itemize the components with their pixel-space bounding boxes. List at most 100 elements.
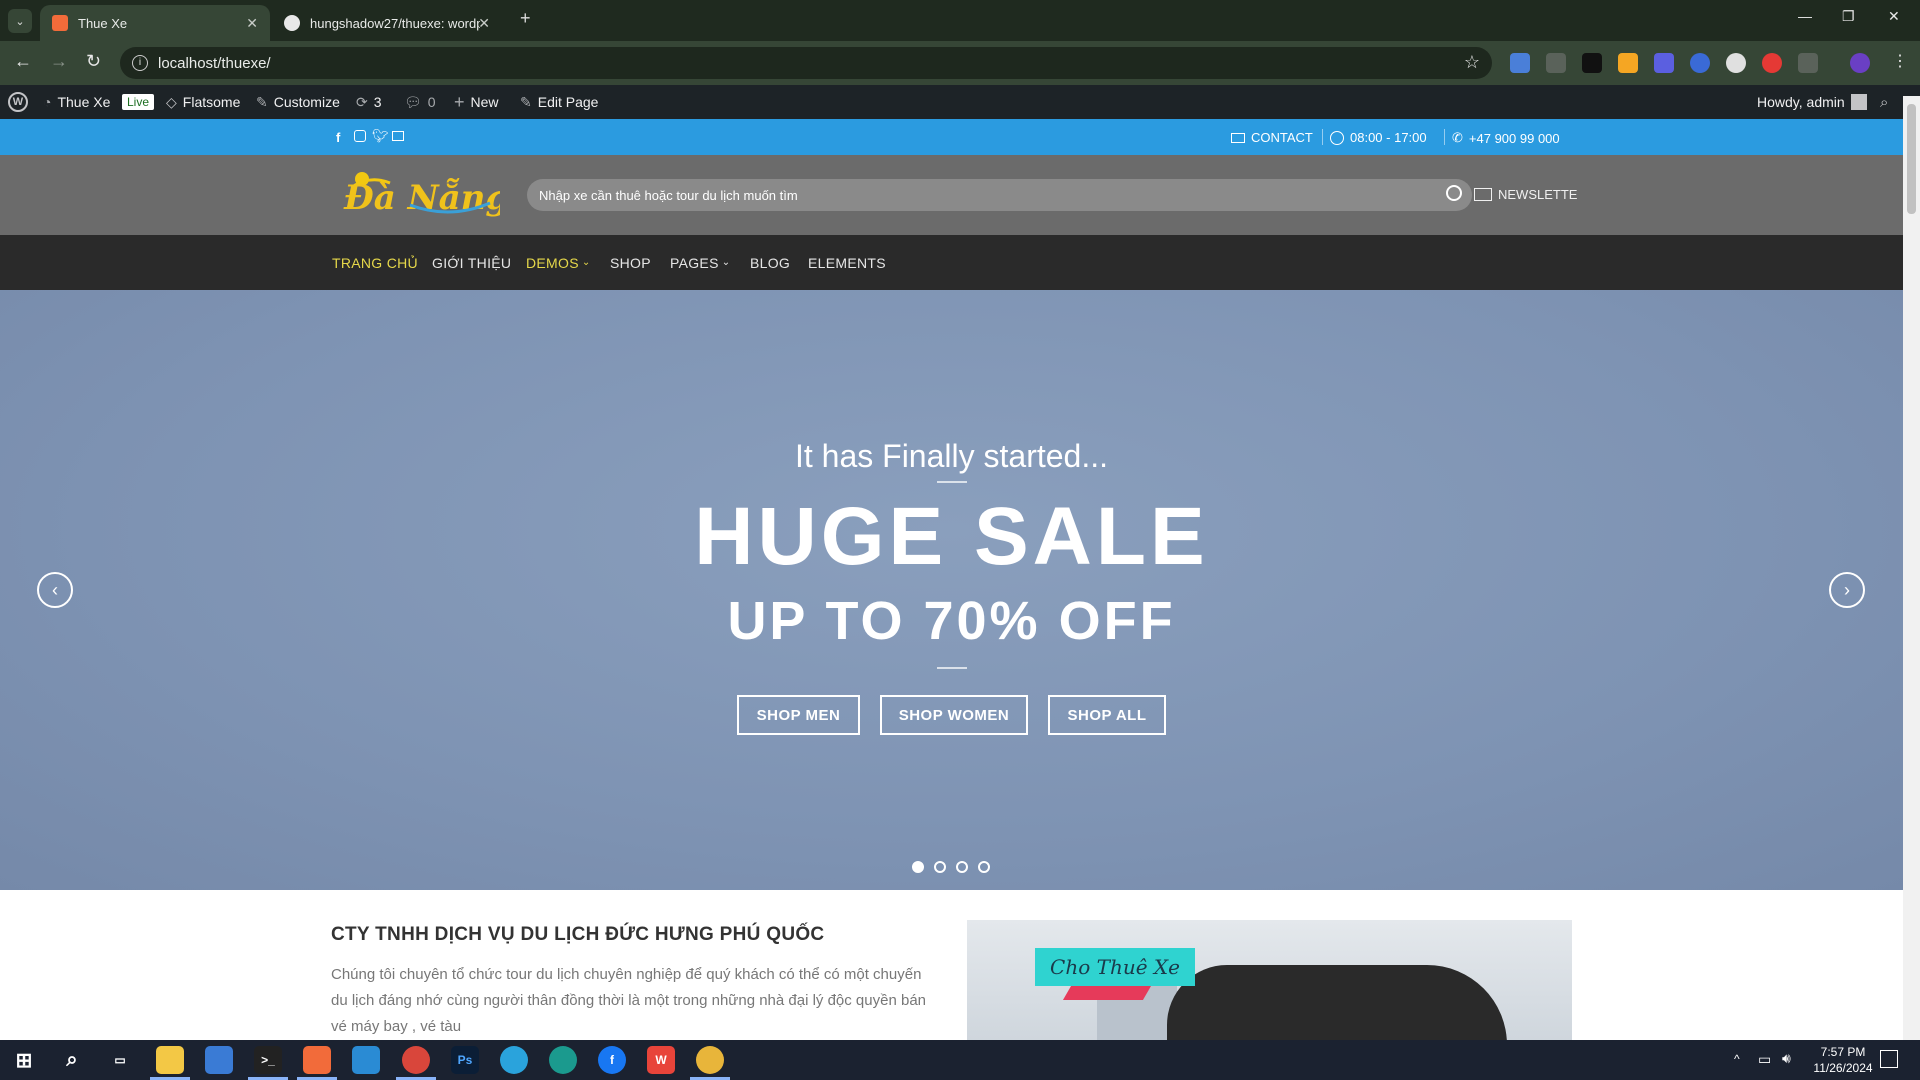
tab-thue-xe[interactable]: Thue Xe ✕ (40, 5, 270, 41)
slider-dot[interactable] (934, 861, 946, 873)
scrollbar-thumb[interactable] (1907, 104, 1916, 214)
profile-avatar-icon[interactable] (1850, 53, 1870, 73)
file-explorer-icon[interactable] (156, 1046, 184, 1074)
site-name-menu[interactable]: ◔ Thue Xe (43, 85, 110, 119)
new-tab-button[interactable]: + (520, 8, 531, 29)
newsletter-link[interactable]: NEWSLETTE (1474, 187, 1577, 202)
nav-item-trang-chu[interactable]: TRANG CHỦ (332, 235, 418, 290)
xampp-icon[interactable] (303, 1046, 331, 1074)
search-input[interactable]: Nhập xe cần thuê hoặc tour du lịch muốn … (527, 179, 1472, 211)
restore-button[interactable]: ❐ (1842, 8, 1855, 25)
shop-men-button[interactable]: SHOP MEN (737, 695, 860, 735)
translate-extension-icon[interactable] (1510, 53, 1530, 73)
close-tab-icon[interactable]: ✕ (478, 15, 490, 32)
admin-search-icon[interactable]: ⌕ (1880, 85, 1888, 119)
my-account-menu[interactable]: Howdy, admin (1757, 85, 1867, 119)
extension-icon[interactable] (1582, 53, 1602, 73)
tab-search-button[interactable]: ⌄ (8, 9, 32, 33)
browser-toolbar: ← → ↻ i localhost/thuexe/ ☆ ⋮ (0, 41, 1920, 85)
nav-item-blog[interactable]: BLOG (750, 235, 790, 290)
slider-prev-button[interactable]: ‹ (37, 572, 73, 608)
task-view-icon[interactable]: ▭ (106, 1046, 134, 1074)
tab-title: Thue Xe (78, 15, 128, 31)
updates-link[interactable]: ⟳ 3 (356, 85, 382, 119)
site-info-icon[interactable]: i (132, 55, 148, 71)
shop-all-button[interactable]: SHOP ALL (1048, 695, 1166, 735)
slider-next-button[interactable]: › (1829, 572, 1865, 608)
customize-link[interactable]: ✎ Customize (256, 85, 340, 119)
facebook-icon[interactable]: f (336, 130, 340, 145)
wps-office-icon[interactable]: W (647, 1046, 675, 1074)
nav-item-pages[interactable]: PAGES ⌄ (670, 235, 730, 290)
extension-icon[interactable] (1726, 53, 1746, 73)
windows-taskbar: ⊞ ⌕ ▭ >_ Ps f W ^ ▭ 🔊︎ 7:57 PM 11/26/202… (0, 1040, 1920, 1080)
vscode-icon[interactable] (352, 1046, 380, 1074)
notifications-icon[interactable] (1880, 1050, 1898, 1068)
volume-icon[interactable]: 🔊︎ (1782, 1050, 1791, 1067)
wp-admin-bar: W ◔ Thue Xe Live ◇ Flatsome ✎ Customize … (0, 85, 1920, 119)
page-divider (1322, 129, 1323, 145)
live-badge: Live (122, 85, 155, 119)
back-icon[interactable]: ← (14, 51, 32, 72)
telegram-icon[interactable] (500, 1046, 528, 1074)
slider-dot[interactable] (912, 861, 924, 873)
address-bar[interactable]: i localhost/thuexe/ ☆ (120, 47, 1492, 79)
extension-icon[interactable] (1618, 53, 1638, 73)
extension-icon[interactable] (1762, 53, 1782, 73)
windows-start-icon[interactable]: ⊞ (10, 1046, 38, 1074)
facebook-icon[interactable]: f (598, 1046, 626, 1074)
wordpress-logo-icon[interactable]: W (8, 85, 28, 119)
hero-headline: HUGE SALE (694, 491, 1209, 582)
comments-link[interactable]: 💬︎ 0 (404, 85, 436, 119)
extension-icon[interactable] (1690, 53, 1710, 73)
nav-item-elements[interactable]: ELEMENTS (808, 235, 886, 290)
phone-link[interactable]: ✆ +47 900 99 000 (1452, 130, 1560, 146)
slider-dot[interactable] (956, 861, 968, 873)
store-icon[interactable] (205, 1046, 233, 1074)
browser-menu-icon[interactable]: ⋮ (1892, 51, 1908, 71)
url-text: localhost/thuexe/ (158, 54, 271, 72)
bookmark-star-icon[interactable]: ☆ (1464, 52, 1480, 73)
logo-text: Đà Nẵng (343, 178, 500, 218)
extensions-puzzle-icon[interactable] (1798, 53, 1818, 73)
network-icon[interactable]: ▭ (1758, 1051, 1771, 1068)
shop-women-button[interactable]: SHOP WOMEN (880, 695, 1028, 735)
brush-icon: ✎ (256, 93, 268, 110)
twitter-icon[interactable]: 🐦︎ (372, 128, 389, 144)
page-scrollbar[interactable] (1903, 96, 1920, 1040)
flatsome-menu[interactable]: ◇ Flatsome (166, 85, 240, 119)
instagram-icon[interactable] (354, 130, 366, 142)
close-tab-icon[interactable]: ✕ (246, 15, 258, 32)
nav-item-gioi-thieu[interactable]: GIỚI THIỆU (432, 235, 511, 290)
reload-icon[interactable]: ↻ (86, 51, 101, 72)
extension-icon[interactable] (1654, 53, 1674, 73)
search-icon[interactable]: ⌕ (58, 1046, 86, 1074)
chrome-icon[interactable] (402, 1046, 430, 1074)
site-logo[interactable]: Đà Nẵng (340, 165, 509, 225)
chevron-left-icon: ‹ (52, 579, 58, 600)
contact-link[interactable]: CONTACT (1231, 130, 1313, 145)
close-window-button[interactable]: ✕ (1888, 8, 1900, 25)
nav-item-demos[interactable]: DEMOS ⌄ (526, 235, 591, 290)
tab-github[interactable]: hungshadow27/thuexe: wordpr ✕ (272, 5, 502, 41)
search-icon[interactable] (1446, 185, 1462, 201)
extension-icon[interactable] (1546, 53, 1566, 73)
edge-icon[interactable] (549, 1046, 577, 1074)
terminal-icon[interactable]: >_ (254, 1046, 282, 1074)
pencil-icon: ✎ (520, 93, 532, 110)
nav-item-shop[interactable]: SHOP (610, 235, 651, 290)
show-hidden-icons[interactable]: ^ (1734, 1052, 1740, 1066)
forward-icon[interactable]: → (50, 51, 68, 72)
chevron-down-icon: ⌄ (721, 257, 731, 268)
email-icon[interactable] (392, 131, 404, 141)
envelope-icon (1231, 132, 1245, 143)
car-image (1167, 965, 1507, 1040)
photoshop-icon[interactable]: Ps (451, 1046, 479, 1074)
edit-page-link[interactable]: ✎ Edit Page (520, 85, 598, 119)
slider-dot[interactable] (978, 861, 990, 873)
clock[interactable]: 7:57 PM 11/26/2024 (1800, 1044, 1886, 1076)
avatar (1850, 94, 1867, 110)
app-icon[interactable] (696, 1046, 724, 1074)
new-content-menu[interactable]: + New (454, 85, 499, 119)
minimize-button[interactable]: — (1798, 8, 1812, 24)
